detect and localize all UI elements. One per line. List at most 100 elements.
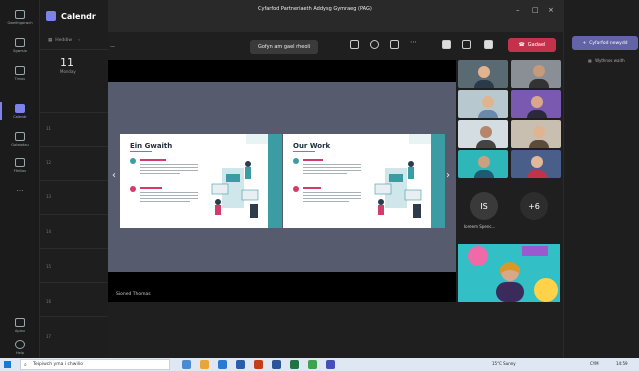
phone-icon: [15, 131, 25, 141]
teams-taskbar-icon[interactable]: [326, 360, 335, 369]
presenter-name: Sioned Thomas: [116, 292, 151, 297]
rail-item-chat[interactable]: Sgwrsio: [0, 32, 40, 58]
clock[interactable]: 14:59: [616, 361, 628, 366]
share-screen-icon[interactable]: [484, 40, 493, 49]
taskbar-search-input[interactable]: ⌕ Teipiwch yma i chwilio: [20, 359, 170, 370]
chrome-icon[interactable]: [308, 360, 317, 369]
chevron-right-icon[interactable]: ›: [446, 170, 450, 181]
bullet-icon: [130, 158, 136, 164]
participant-tile[interactable]: [458, 150, 508, 178]
people-icon[interactable]: [350, 40, 359, 49]
hour-divider: [40, 282, 108, 283]
shared-screen: ‹ › Ein Gwaith Our Work Sioned Thomas: [108, 60, 456, 302]
excel-icon[interactable]: [290, 360, 299, 369]
bullet-icon: [293, 186, 299, 192]
language-indicator[interactable]: CYM: [590, 361, 599, 366]
hour-label: 11: [46, 126, 52, 131]
participant-gallery: IS Ioreem Spenc... +6: [456, 60, 563, 302]
teams-window: Gweithgarwch Sgwrsio Timau Calendr Galwa…: [0, 0, 639, 371]
outlook-icon[interactable]: [236, 360, 245, 369]
new-meeting-button[interactable]: + Cyfarfod newydd: [572, 36, 638, 50]
rail-item-calendar[interactable]: Calendr: [0, 98, 40, 124]
calendar-right-panel: + Cyfarfod newydd ▦ Wythnos waith: [563, 0, 639, 358]
meeting-titlebar: Cyfarfod Partneriaeth Addysg Gymraeg (PA…: [108, 0, 563, 32]
bullet-icon: [130, 186, 136, 192]
calendar-small-icon: ▦: [588, 58, 592, 63]
calendar-panel: Calendr ▦ Heddiw ‹ 11 Monday: [40, 0, 108, 358]
more-options-icon[interactable]: ⋯: [410, 38, 419, 47]
calendar-icon: [15, 103, 25, 113]
chevron-left-icon[interactable]: ‹: [78, 38, 80, 43]
edge-icon[interactable]: [218, 360, 227, 369]
powerpoint-icon[interactable]: [254, 360, 263, 369]
chevron-left-icon[interactable]: ‹: [112, 170, 116, 181]
word-icon[interactable]: [272, 360, 281, 369]
rail-item-teams[interactable]: Timau: [0, 60, 40, 86]
hour-divider: [40, 248, 108, 249]
help-icon: [15, 339, 25, 349]
participant-tile[interactable]: [511, 150, 561, 178]
participant-video: [468, 246, 558, 302]
participant-tile[interactable]: [511, 90, 561, 118]
calendar-header: Calendr: [40, 0, 108, 32]
taskview-icon[interactable]: [182, 360, 191, 369]
plus-icon: +: [582, 40, 587, 46]
maximize-button[interactable]: □: [532, 6, 539, 14]
participant-avatar[interactable]: IS: [470, 192, 498, 220]
leave-button[interactable]: ☎ Gadael: [508, 38, 556, 52]
calendar-app-icon: [46, 11, 56, 21]
hour-label: 13: [46, 194, 52, 199]
participant-tile[interactable]: [458, 90, 508, 118]
bell-icon: [15, 9, 25, 19]
hour-label: 16: [46, 299, 52, 304]
calendar-title: Calendr: [61, 11, 96, 21]
participant-tile-large[interactable]: [458, 244, 560, 302]
hour-label: 14: [46, 229, 52, 234]
rail-item-calls[interactable]: Galwadau: [0, 126, 40, 152]
day-number: 11: [60, 56, 74, 69]
hour-divider: [40, 146, 108, 147]
chat-bubble-icon[interactable]: [370, 40, 379, 49]
hour-label: 17: [46, 334, 52, 339]
today-button[interactable]: ▦ Heddiw ‹: [40, 32, 108, 50]
office-illustration: [374, 161, 422, 218]
slide-title: Our Work: [293, 142, 331, 150]
file-icon: [15, 157, 25, 167]
reactions-icon[interactable]: [390, 40, 399, 49]
camera-icon[interactable]: [442, 40, 451, 49]
bullet-icon: [293, 158, 299, 164]
weather-indicator[interactable]: 15°C Sunny: [492, 361, 516, 366]
teams-icon: [15, 65, 25, 75]
day-column-header: 11 Monday: [40, 50, 108, 74]
day-name: Monday: [60, 69, 76, 74]
windows-start-icon[interactable]: [4, 361, 11, 368]
request-control-button[interactable]: Gofyn am gael rheoli: [250, 40, 319, 54]
minimize-button[interactable]: –: [516, 6, 520, 14]
hour-divider: [40, 214, 108, 215]
hour-label: 15: [46, 264, 52, 269]
participant-tile[interactable]: [511, 60, 561, 88]
slide-english: Our Work: [283, 134, 445, 228]
hour-label: 12: [46, 160, 52, 165]
request-control-group: Gofyn am gael rheoli: [250, 37, 319, 57]
participant-tile[interactable]: [458, 60, 508, 88]
chat-icon: [15, 37, 25, 47]
calendar-small-icon: ▦: [48, 38, 53, 43]
participant-tile[interactable]: [511, 120, 561, 148]
more-participants-button[interactable]: +6: [520, 192, 548, 220]
phone-hangup-icon: ☎: [518, 42, 525, 48]
participant-tile[interactable]: [458, 120, 508, 148]
meeting-title: Cyfarfod Partneriaeth Addysg Gymraeg (PA…: [258, 6, 372, 12]
rail-item-files[interactable]: Ffeiliau: [0, 152, 40, 178]
apps-icon: [15, 317, 25, 327]
meeting-timer: —: [110, 44, 115, 50]
slide-title: Ein Gwaith: [130, 142, 173, 150]
hour-divider: [40, 112, 108, 113]
mic-icon[interactable]: [462, 40, 471, 49]
close-button[interactable]: ×: [548, 6, 554, 14]
rail-item-help[interactable]: Help: [0, 334, 40, 360]
rail-more-button[interactable]: …: [0, 176, 40, 202]
rail-item-activity[interactable]: Gweithgarwch: [0, 4, 40, 30]
file-explorer-icon[interactable]: [200, 360, 209, 369]
view-selector[interactable]: ▦ Wythnos waith: [588, 58, 625, 63]
